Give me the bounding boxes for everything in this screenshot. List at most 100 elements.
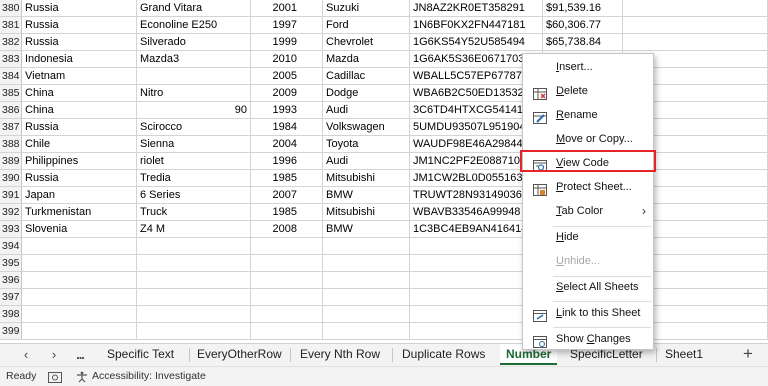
row-header[interactable]: 391 — [0, 187, 22, 204]
cell-make[interactable]: Audi — [323, 102, 410, 119]
add-sheet-button[interactable]: + — [743, 344, 753, 366]
cell-model[interactable] — [137, 255, 251, 272]
cell-country[interactable] — [22, 323, 137, 340]
cell-make[interactable]: Toyota — [323, 136, 410, 153]
cell-year[interactable] — [251, 255, 323, 272]
cell-year[interactable] — [251, 323, 323, 340]
menu-item-protect-sheet[interactable]: Protect Sheet... — [523, 175, 653, 199]
cell-model[interactable] — [137, 238, 251, 255]
cell-vin[interactable]: 1G6KS54Y52U585494 — [410, 34, 543, 51]
cell-country[interactable]: Russia — [22, 0, 137, 17]
cell-country[interactable]: Philippines — [22, 153, 137, 170]
cell-country[interactable]: Chile — [22, 136, 137, 153]
cell-country[interactable]: Russia — [22, 34, 137, 51]
scroll-right-icon[interactable]: › — [43, 344, 65, 367]
cell-empty[interactable] — [623, 0, 768, 17]
cell-year[interactable]: 2009 — [251, 85, 323, 102]
cell-model[interactable] — [137, 289, 251, 306]
cell-year[interactable] — [251, 289, 323, 306]
cell-country[interactable]: Russia — [22, 170, 137, 187]
cell-year[interactable]: 1999 — [251, 34, 323, 51]
cell-year[interactable]: 1993 — [251, 102, 323, 119]
row-header[interactable]: 388 — [0, 136, 22, 153]
cell-make[interactable] — [323, 238, 410, 255]
tab-specific-text[interactable]: Specific Text — [107, 344, 174, 366]
row-header[interactable]: 396 — [0, 272, 22, 289]
cell-price[interactable]: $65,738.84 — [543, 34, 623, 51]
menu-item-show-changes[interactable]: Show Changes — [523, 327, 653, 351]
cell-make[interactable]: Mitsubishi — [323, 170, 410, 187]
accessibility-status[interactable]: Accessibility: Investigate — [92, 367, 206, 386]
cell-country[interactable]: Russia — [22, 119, 137, 136]
row-header[interactable]: 385 — [0, 85, 22, 102]
cell-year[interactable] — [251, 306, 323, 323]
cell-year[interactable]: 2004 — [251, 136, 323, 153]
cell-make[interactable]: BMW — [323, 221, 410, 238]
row-header[interactable]: 384 — [0, 68, 22, 85]
cell-country[interactable]: Japan — [22, 187, 137, 204]
menu-item-select-all-sheets[interactable]: Select All Sheets — [523, 275, 653, 299]
row-header[interactable]: 393 — [0, 221, 22, 238]
cell-country[interactable]: China — [22, 85, 137, 102]
cell-make[interactable] — [323, 272, 410, 289]
cell-model[interactable]: 90 — [137, 102, 251, 119]
accessibility-icon[interactable] — [76, 371, 88, 383]
cell-year[interactable] — [251, 238, 323, 255]
cell-make[interactable]: BMW — [323, 187, 410, 204]
cell-model[interactable] — [137, 306, 251, 323]
cell-year[interactable]: 2005 — [251, 68, 323, 85]
row-header[interactable]: 383 — [0, 51, 22, 68]
cell-model[interactable] — [137, 323, 251, 340]
cell-country[interactable]: Indonesia — [22, 51, 137, 68]
row-header[interactable]: 389 — [0, 153, 22, 170]
cell-model[interactable] — [137, 68, 251, 85]
cell-country[interactable] — [22, 238, 137, 255]
cell-model[interactable]: Tredia — [137, 170, 251, 187]
row-header[interactable]: 395 — [0, 255, 22, 272]
cell-model[interactable]: Z4 M — [137, 221, 251, 238]
cell-model[interactable]: Econoline E250 — [137, 17, 251, 34]
cell-year[interactable]: 2010 — [251, 51, 323, 68]
cell-vin[interactable]: JN8AZ2KR0ET358291 — [410, 0, 543, 17]
tab-every-other-row[interactable]: EveryOtherRow — [197, 344, 282, 366]
cell-make[interactable] — [323, 255, 410, 272]
cell-country[interactable] — [22, 306, 137, 323]
cell-model[interactable]: Grand Vitara — [137, 0, 251, 17]
cell-model[interactable] — [137, 272, 251, 289]
cell-make[interactable]: Dodge — [323, 85, 410, 102]
cell-year[interactable]: 1996 — [251, 153, 323, 170]
cell-make[interactable] — [323, 289, 410, 306]
row-header[interactable]: 382 — [0, 34, 22, 51]
cell-year[interactable]: 2001 — [251, 0, 323, 17]
cell-make[interactable]: Suzuki — [323, 0, 410, 17]
scroll-left-icon[interactable]: ‹ — [15, 344, 37, 367]
cell-price[interactable]: $91,539.16 — [543, 0, 623, 17]
cell-model[interactable]: riolet — [137, 153, 251, 170]
cell-country[interactable]: Slovenia — [22, 221, 137, 238]
cell-vin[interactable]: 1N6BF0KX2FN447181 — [410, 17, 543, 34]
menu-item-delete[interactable]: Delete — [523, 79, 653, 103]
cell-year[interactable]: 1985 — [251, 204, 323, 221]
cell-make[interactable]: Audi — [323, 153, 410, 170]
cell-country[interactable] — [22, 289, 137, 306]
cell-make[interactable]: Volkswagen — [323, 119, 410, 136]
cell-year[interactable]: 2007 — [251, 187, 323, 204]
cell-country[interactable] — [22, 272, 137, 289]
row-header[interactable]: 397 — [0, 289, 22, 306]
more-sheets-button[interactable]: ... — [69, 344, 91, 367]
cell-year[interactable]: 1984 — [251, 119, 323, 136]
cell-year[interactable]: 1997 — [251, 17, 323, 34]
menu-item-hide[interactable]: Hide — [523, 225, 653, 249]
cell-country[interactable]: Vietnam — [22, 68, 137, 85]
menu-item-link-to-sheet[interactable]: Link to this Sheet — [523, 301, 653, 325]
cell-make[interactable] — [323, 306, 410, 323]
cell-country[interactable] — [22, 255, 137, 272]
cell-year[interactable]: 1985 — [251, 170, 323, 187]
cell-model[interactable]: 6 Series — [137, 187, 251, 204]
cell-year[interactable]: 2008 — [251, 221, 323, 238]
cell-make[interactable] — [323, 323, 410, 340]
menu-item-tab-color[interactable]: Tab Color › — [523, 199, 653, 223]
cell-year[interactable] — [251, 272, 323, 289]
tab-sheet1[interactable]: Sheet1 — [665, 344, 703, 366]
cell-make[interactable]: Cadillac — [323, 68, 410, 85]
